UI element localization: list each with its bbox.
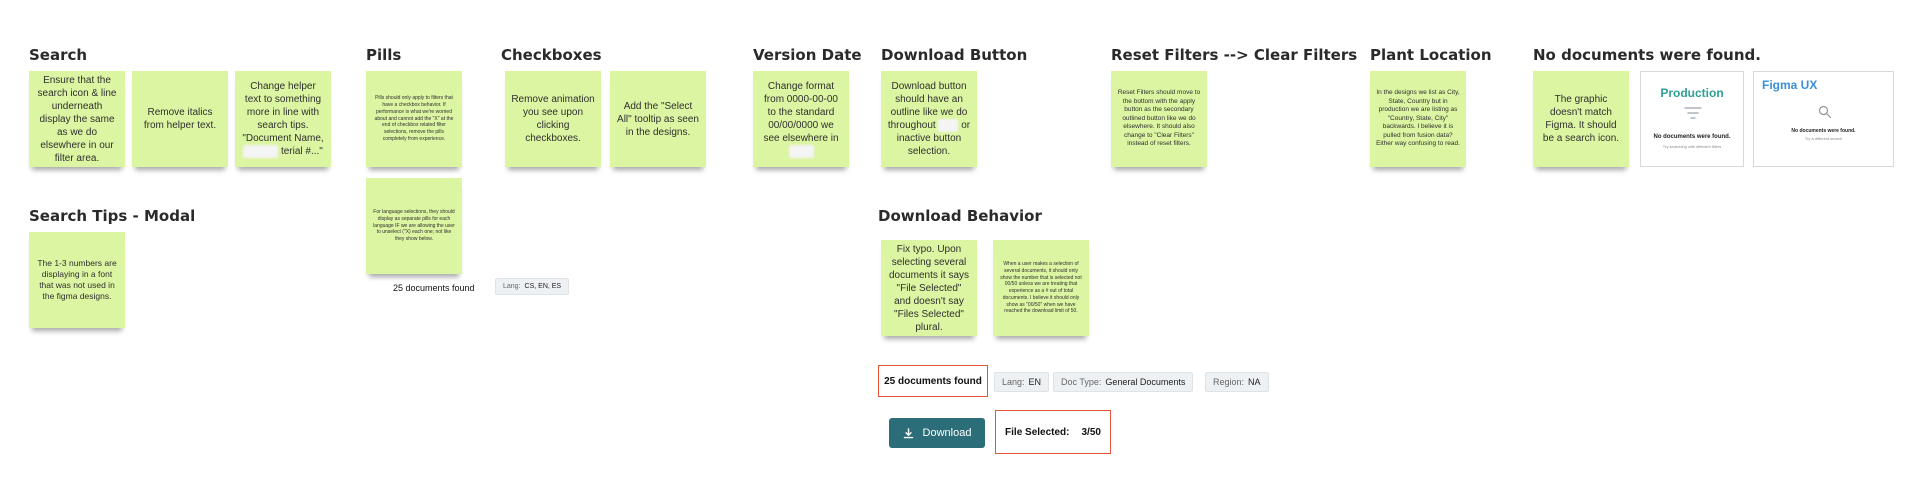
download-button-label: Download — [922, 427, 972, 439]
heading-search-tips: Search Tips - Modal — [29, 207, 196, 225]
sticky-note-search-tips-font: The 1-3 numbers are displaying in a font… — [29, 232, 125, 328]
filter-pill-region[interactable]: Region: NA — [1205, 372, 1269, 392]
sticky-note-version-date: Change format from 0000-00-00 to the sta… — [753, 71, 849, 167]
sticky-note-reset-filters: Reset Filters should move to the bottom … — [1111, 71, 1207, 167]
download-icon — [903, 427, 914, 439]
documents-found-count: 25 documents found — [379, 281, 489, 295]
heading-checkboxes: Checkboxes — [501, 46, 602, 64]
heading-download-button: Download Button — [881, 46, 1028, 64]
figma-empty-state-card: Figma UX No documents were found. Try a … — [1753, 71, 1894, 167]
sticky-note-search-icon: Ensure that the search icon & line under… — [29, 71, 125, 167]
filter-lines-icon — [1684, 106, 1702, 125]
search-icon — [1818, 105, 1832, 124]
sticky-note-pills-language: For language selections, they should dis… — [366, 178, 462, 274]
documents-found-highlight: 25 documents found — [878, 365, 988, 397]
heading-plant-location: Plant Location — [1370, 46, 1492, 64]
heading-pills: Pills — [366, 46, 402, 64]
filter-pill-doc-type[interactable]: Doc Type: General Documents — [1053, 372, 1194, 392]
file-selected-label: File Selected: — [1005, 426, 1070, 438]
heading-no-documents: No documents were found. — [1533, 46, 1761, 64]
figma-title: Figma UX — [1762, 78, 1818, 92]
sticky-note-no-documents-graphic: The graphic doesn't match Figma. It shou… — [1533, 71, 1629, 167]
sticky-note-search-helper-text: Change helper text to something more in … — [235, 71, 331, 167]
sticky-note-download-button: Download button should have an outline l… — [881, 71, 977, 167]
heading-version-date: Version Date — [753, 46, 862, 64]
sticky-note-plant-location: In the designs we list as City, State, C… — [1370, 71, 1466, 167]
heading-reset-filters: Reset Filters --> Clear Filters — [1111, 46, 1358, 64]
figma-empty-subtext: Try a different search — [1804, 136, 1843, 141]
figma-empty-message: No documents were found. — [1791, 128, 1856, 134]
file-selected-value: 3/50 — [1081, 426, 1101, 438]
heading-download-behavior: Download Behavior — [878, 207, 1042, 225]
sticky-note-pills-checkbox: Pills should only apply to filters that … — [366, 71, 462, 167]
heading-search: Search — [29, 46, 88, 64]
download-button[interactable]: Download — [889, 418, 985, 448]
sticky-note-download-limit: When a user makes a selection of several… — [993, 240, 1089, 336]
sticky-note-select-all-tooltip: Add the "Select All" tooltip as seen in … — [610, 71, 706, 167]
filter-pill-lang[interactable]: Lang: CS, EN, ES — [495, 278, 570, 295]
filter-pill-lang[interactable]: Lang: EN — [994, 372, 1050, 392]
sticky-note-checkbox-animation: Remove animation you see upon clicking c… — [505, 71, 601, 167]
sticky-note-search-italics: Remove italics from helper text. — [132, 71, 228, 167]
production-empty-subtext: Try searching with different filters — [1662, 144, 1722, 149]
production-empty-state-card: Production No documents were found. Try … — [1640, 71, 1744, 167]
file-selected-highlight: File Selected: 3/50 — [995, 410, 1111, 454]
production-empty-message: No documents were found. — [1653, 134, 1731, 140]
sticky-note-file-selected-typo: Fix typo. Upon selecting several documen… — [881, 240, 977, 336]
production-title: Production — [1660, 86, 1724, 100]
